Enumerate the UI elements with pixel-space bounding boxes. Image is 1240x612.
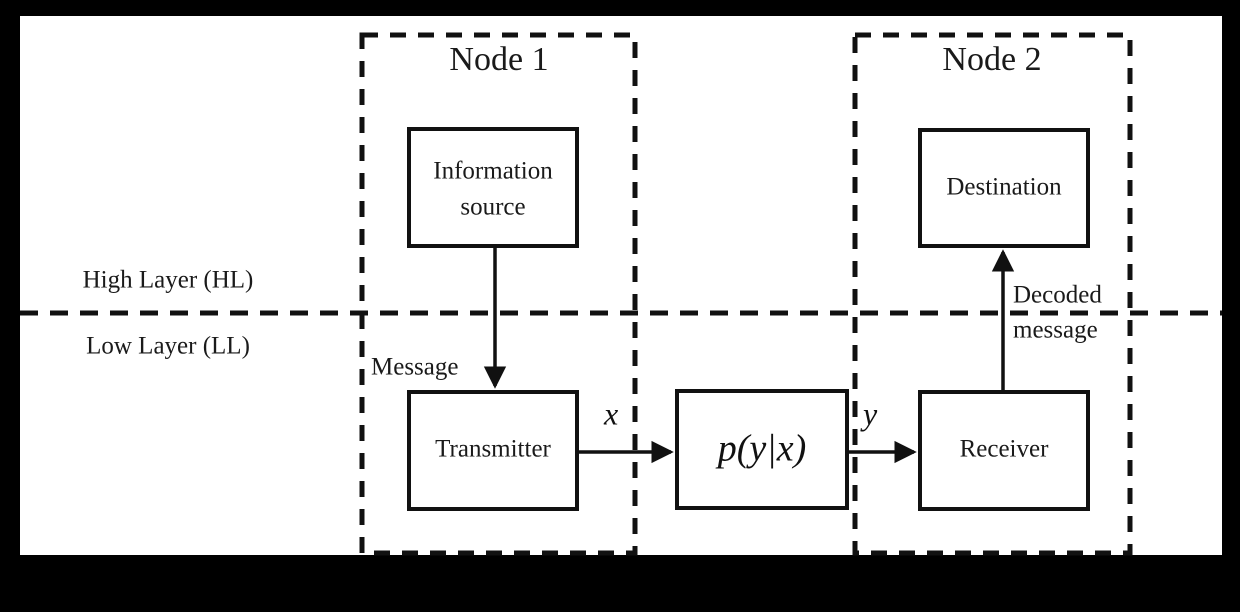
block-information-source[interactable] [407, 127, 579, 248]
figure-stage: Node 1 Node 2 High Layer (HL) Low Layer … [0, 0, 1240, 612]
node-1-title: Node 1 [449, 41, 548, 78]
decoded-message-label-line1: Decoded [1013, 282, 1102, 309]
channel-formula-label: p(y|x) [715, 428, 807, 470]
low-layer-label: Low Layer (LL) [86, 333, 250, 360]
receiver-label: Receiver [960, 436, 1050, 463]
x-signal-label: x [603, 395, 618, 431]
decoded-message-label-line2: message [1013, 317, 1098, 344]
information-source-label-line1: Information [433, 158, 553, 185]
communication-system-diagram: Node 1 Node 2 High Layer (HL) Low Layer … [20, 32, 1222, 556]
message-edge-label: Message [371, 354, 458, 381]
transmitter-label: Transmitter [435, 436, 551, 463]
destination-label: Destination [946, 174, 1062, 201]
y-signal-label: y [860, 395, 878, 431]
information-source-label-line2: source [460, 194, 525, 221]
high-layer-label: High Layer (HL) [83, 267, 254, 294]
node-2-title: Node 2 [942, 41, 1041, 78]
